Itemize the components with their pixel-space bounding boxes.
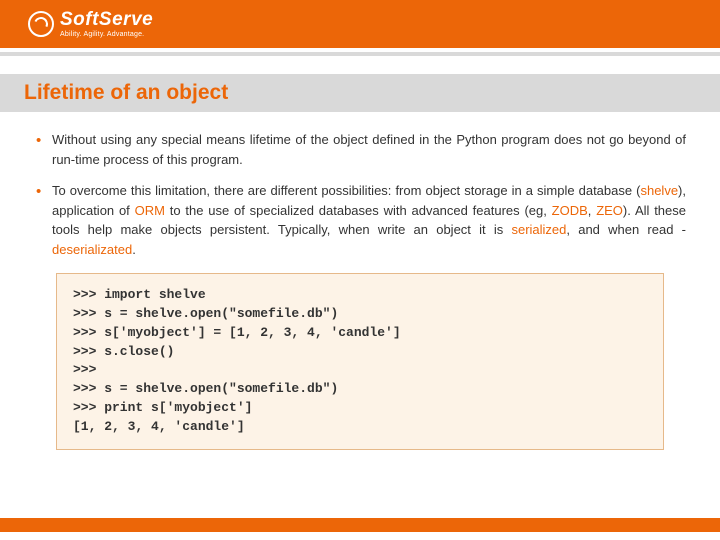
brand-name: SoftServe [60, 10, 153, 29]
header-bar: SoftServe Ability. Agility. Advantage. [0, 0, 720, 48]
bullet-text: Without using any special means lifetime… [52, 132, 686, 167]
content-area: Without using any special means lifetime… [0, 112, 720, 450]
header-underline [0, 52, 720, 56]
highlight-term: serialized [511, 222, 566, 237]
code-example: >>> import shelve >>> s = shelve.open("s… [56, 273, 664, 450]
bullet-text: To overcome this limitation, there are d… [52, 183, 640, 198]
bullet-text: , [588, 203, 596, 218]
highlight-term: ORM [135, 203, 165, 218]
bullet-text: , and when read - [566, 222, 686, 237]
footer-bar [0, 518, 720, 532]
brand-logo: SoftServe Ability. Agility. Advantage. [28, 10, 153, 38]
logo-text: SoftServe Ability. Agility. Advantage. [60, 10, 153, 38]
list-item: To overcome this limitation, there are d… [34, 181, 686, 259]
highlight-term: shelve [640, 183, 678, 198]
page-title: Lifetime of an object [24, 81, 228, 105]
brand-tagline: Ability. Agility. Advantage. [60, 31, 153, 38]
list-item: Without using any special means lifetime… [34, 130, 686, 169]
title-band: Lifetime of an object [0, 74, 720, 112]
bullet-text: to the use of specialized databases with… [165, 203, 552, 218]
highlight-term: ZEO [596, 203, 623, 218]
highlight-term: deserializated [52, 242, 132, 257]
bullet-text: . [132, 242, 136, 257]
logo-mark-icon [28, 11, 54, 37]
highlight-term: ZODB [552, 203, 588, 218]
bullet-list: Without using any special means lifetime… [34, 130, 686, 259]
